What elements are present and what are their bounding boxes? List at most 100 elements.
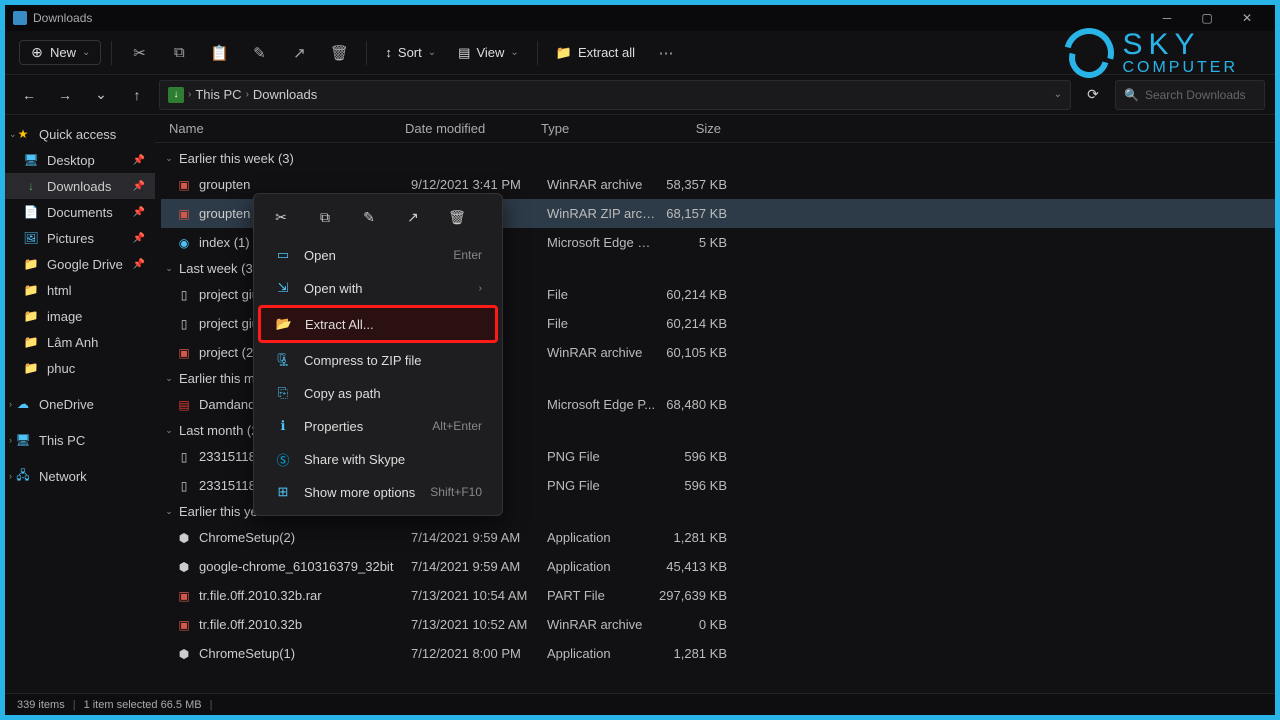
copy-button[interactable]: ⧉: [312, 204, 338, 230]
archive-icon: ▣: [175, 344, 193, 362]
group-label: Earlier this week (3): [179, 151, 294, 166]
view-icon: ▤: [458, 45, 470, 61]
ctx-extract-all[interactable]: 📂Extract All...: [258, 305, 498, 343]
logo-line2: COMPUTER: [1122, 60, 1238, 76]
ctx-copy-path[interactable]: ⎘Copy as path: [260, 377, 496, 409]
breadcrumb-pc[interactable]: This PC: [195, 87, 241, 102]
sidebar-item-html[interactable]: 📁html: [5, 277, 155, 303]
path-icon: ⎘: [274, 384, 292, 402]
ctx-properties[interactable]: ℹPropertiesAlt+Enter: [260, 410, 496, 442]
file-row[interactable]: ⬢ChromeSetup(2)7/14/2021 9:59 AMApplicat…: [161, 523, 1275, 552]
cut-button[interactable]: ✂: [268, 204, 294, 230]
paste-button[interactable]: 📋: [202, 37, 236, 69]
recent-button[interactable]: ⌄: [87, 81, 115, 109]
col-date[interactable]: Date modified: [405, 121, 541, 136]
sidebar-item-pictures[interactable]: 🖼Pictures📌: [5, 225, 155, 251]
archive-icon: ▣: [175, 176, 193, 194]
ctx-share-skype[interactable]: ⓈShare with Skype: [260, 443, 496, 475]
window-title: Downloads: [33, 11, 92, 25]
more-button[interactable]: ⋯: [649, 37, 683, 69]
status-selected: 1 item selected 66.5 MB: [84, 699, 202, 711]
sidebar: ⌄ ★ Quick access 🖥Desktop📌 ↓Downloads📌 📄…: [5, 115, 155, 693]
chevron-down-icon[interactable]: ⌄: [1054, 89, 1062, 100]
sidebar-item-downloads[interactable]: ↓Downloads📌: [5, 173, 155, 199]
label: image: [47, 309, 82, 324]
chevron-right-icon: ›: [479, 283, 482, 294]
sidebar-item-googledrive[interactable]: 📁Google Drive📌: [5, 251, 155, 277]
up-button[interactable]: ↑: [123, 81, 151, 109]
sidebar-item-lamanh[interactable]: 📁Lâm Anh: [5, 329, 155, 355]
ctx-open[interactable]: ▭OpenEnter: [260, 239, 496, 271]
search-placeholder: Search Downloads: [1145, 88, 1246, 102]
delete-button[interactable]: 🗑: [444, 204, 470, 230]
sidebar-item-desktop[interactable]: 🖥Desktop📌: [5, 147, 155, 173]
file-row[interactable]: ▣tr.file.0ff.2010.32b7/13/2021 10:52 AMW…: [161, 610, 1275, 639]
label: OneDrive: [39, 397, 94, 412]
sidebar-item-phuc[interactable]: 📁phuc: [5, 355, 155, 381]
downloads-icon: ↓: [23, 178, 39, 194]
extract-all-button[interactable]: 📁 Extract all: [548, 41, 643, 65]
logo-line1: SKY: [1122, 30, 1238, 60]
pin-icon: 📌: [133, 155, 145, 166]
rename-button[interactable]: ✎: [242, 37, 276, 69]
sidebar-network[interactable]: ›🖧Network: [5, 463, 155, 489]
network-icon: 🖧: [15, 468, 31, 484]
folder-icon: 📁: [23, 256, 39, 272]
sidebar-item-image[interactable]: 📁 image: [5, 303, 155, 329]
extract-icon: 📂: [275, 315, 293, 333]
sidebar-thispc[interactable]: ›🖥This PC: [5, 427, 155, 453]
expand-icon[interactable]: ›: [9, 435, 12, 445]
expand-icon[interactable]: ›: [9, 471, 12, 481]
main-panel: Name Date modified Type Size ⌄ Earlier th…: [155, 115, 1275, 693]
ctx-open-with[interactable]: ⇲Open with›: [260, 272, 496, 304]
breadcrumb-loc[interactable]: Downloads: [253, 87, 317, 102]
open-icon: ▭: [274, 246, 292, 264]
expand-icon[interactable]: ⌄: [9, 129, 17, 140]
col-type[interactable]: Type: [541, 121, 651, 136]
search-input[interactable]: 🔍 Search Downloads: [1115, 80, 1265, 110]
new-button[interactable]: ⊕ New ⌄: [19, 40, 101, 65]
edge-icon: ◉: [175, 234, 193, 252]
app-icon: ⬢: [175, 645, 193, 663]
folder-icon: 📁: [23, 308, 39, 324]
label: Pictures: [47, 231, 94, 246]
sidebar-quick-access[interactable]: ⌄ ★ Quick access: [5, 121, 155, 147]
ctx-compress[interactable]: 🗜Compress to ZIP file: [260, 344, 496, 376]
label: Desktop: [47, 153, 95, 168]
expand-icon[interactable]: ›: [9, 399, 12, 409]
folder-icon: [13, 11, 27, 25]
context-quick-actions: ✂ ⧉ ✎ ↗ 🗑: [258, 200, 498, 238]
file-row[interactable]: ⬢ChromeSetup(1)7/12/2021 8:00 PMApplicat…: [161, 639, 1275, 668]
back-button[interactable]: ←: [15, 81, 43, 109]
chevron-down-icon: ⌄: [163, 153, 175, 164]
sidebar-item-documents[interactable]: 📄Documents📌: [5, 199, 155, 225]
rename-button[interactable]: ✎: [356, 204, 382, 230]
delete-button[interactable]: 🗑: [322, 37, 356, 69]
more-icon: ⊞: [274, 483, 292, 501]
file-row[interactable]: ⬢google-chrome_610316379_32bit7/14/2021 …: [161, 552, 1275, 581]
statusbar: 339 items | 1 item selected 66.5 MB |: [5, 693, 1275, 715]
folder-icon: 📁: [23, 334, 39, 350]
group-header[interactable]: ⌄ Earlier this week (3): [161, 147, 1275, 170]
app-icon: ⬢: [175, 529, 193, 547]
context-menu: ✂ ⧉ ✎ ↗ 🗑 ▭OpenEnter ⇲Open with› 📂Extrac…: [253, 193, 503, 516]
view-button[interactable]: ▤ View ⌄: [450, 41, 527, 65]
label: Downloads: [47, 179, 111, 194]
copy-button[interactable]: ⧉: [162, 37, 196, 69]
ctx-show-more[interactable]: ⊞Show more optionsShift+F10: [260, 476, 496, 508]
plus-icon: ⊕: [30, 46, 44, 60]
sort-button[interactable]: ↕ Sort ⌄: [377, 41, 444, 64]
col-size[interactable]: Size: [651, 121, 721, 136]
chevron-down-icon: ⌄: [163, 425, 175, 436]
col-name[interactable]: Name: [169, 121, 405, 136]
refresh-button[interactable]: ⟳: [1079, 81, 1107, 109]
star-icon: ★: [15, 126, 31, 142]
forward-button[interactable]: →: [51, 81, 79, 109]
share-button[interactable]: ↗: [400, 204, 426, 230]
cut-button[interactable]: ✂: [122, 37, 156, 69]
breadcrumb[interactable]: ↓ › This PC › Downloads ⌄: [159, 80, 1071, 110]
file-row[interactable]: ▣tr.file.0ff.2010.32b.rar7/13/2021 10:54…: [161, 581, 1275, 610]
sidebar-onedrive[interactable]: ›☁OneDrive: [5, 391, 155, 417]
new-label: New: [50, 45, 76, 60]
share-button[interactable]: ↗: [282, 37, 316, 69]
